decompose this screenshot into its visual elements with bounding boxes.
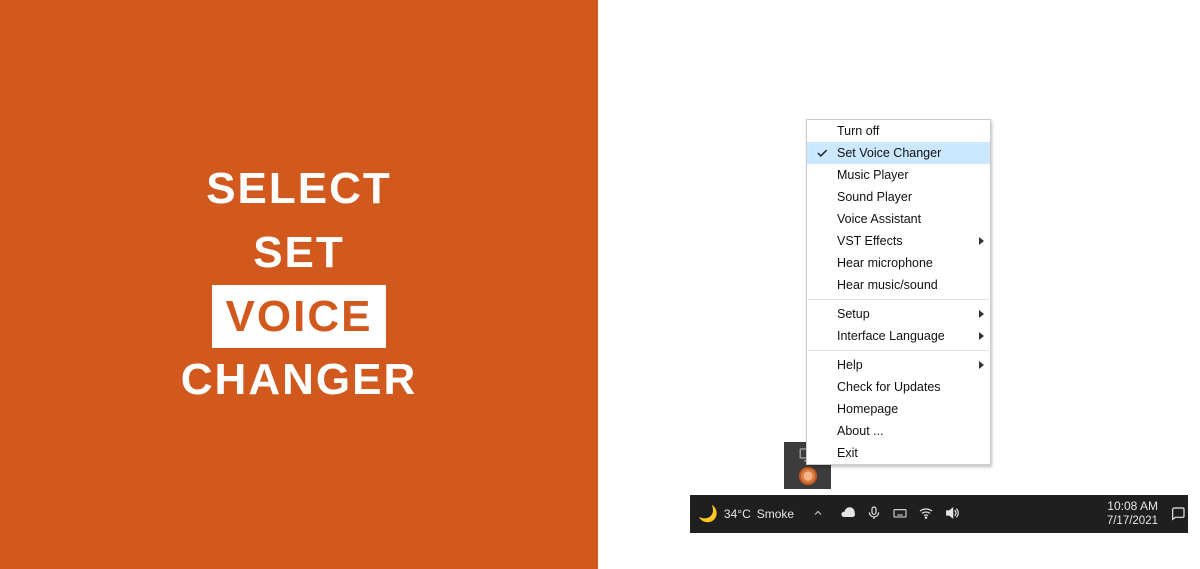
keyboard-icon[interactable] xyxy=(892,505,908,524)
hero-line-3: VOICE xyxy=(212,285,387,349)
menu-item-label: Hear microphone xyxy=(837,256,933,270)
menu-item-label: Setup xyxy=(837,307,870,321)
clock-time: 10:08 AM xyxy=(1107,499,1158,514)
menu-item-label: Set Voice Changer xyxy=(837,146,941,160)
menu-item-label: Sound Player xyxy=(837,190,912,204)
hero-panel: SELECT SET VOICE CHANGER xyxy=(0,0,598,569)
menu-item-hear-music-sound[interactable]: Hear music/sound xyxy=(807,274,990,296)
menu-item-interface-language[interactable]: Interface Language xyxy=(807,325,990,347)
hero-line-1: SELECT xyxy=(181,157,417,221)
menu-item-sound-player[interactable]: Sound Player xyxy=(807,186,990,208)
menu-item-label: Hear music/sound xyxy=(837,278,938,292)
clock-date: 7/17/2021 xyxy=(1107,514,1158,529)
menu-item-label: Check for Updates xyxy=(837,380,941,394)
chevron-right-icon xyxy=(979,332,984,340)
menu-item-music-player[interactable]: Music Player xyxy=(807,164,990,186)
taskbar-weather[interactable]: 🌙 34°C Smoke xyxy=(690,495,804,533)
cloud-icon[interactable] xyxy=(840,505,856,524)
wifi-icon[interactable] xyxy=(918,505,934,524)
menu-item-check-for-updates[interactable]: Check for Updates xyxy=(807,376,990,398)
menu-item-turn-off[interactable]: Turn off xyxy=(807,120,990,142)
tray-overflow-chevron[interactable] xyxy=(804,507,832,522)
menu-separator xyxy=(808,350,989,351)
menu-item-label: Exit xyxy=(837,446,858,460)
tray-context-menu: Turn off Set Voice Changer Music Player Sou… xyxy=(806,119,991,465)
notifications-icon[interactable] xyxy=(1168,495,1188,533)
menu-item-vst-effects[interactable]: VST Effects xyxy=(807,230,990,252)
chevron-up-icon xyxy=(812,508,824,522)
menu-item-set-voice-changer[interactable]: Set Voice Changer xyxy=(807,142,990,164)
weather-condition: Smoke xyxy=(757,507,794,521)
menu-item-exit[interactable]: Exit xyxy=(807,442,990,464)
menu-item-help[interactable]: Help xyxy=(807,354,990,376)
menu-item-homepage[interactable]: Homepage xyxy=(807,398,990,420)
hero-line-4: CHANGER xyxy=(181,348,417,412)
hero-text: SELECT SET VOICE CHANGER xyxy=(181,157,417,412)
menu-item-label: Music Player xyxy=(837,168,909,182)
menu-item-label: VST Effects xyxy=(837,234,903,248)
menu-item-label: Voice Assistant xyxy=(837,212,921,226)
check-icon xyxy=(815,145,829,159)
weather-temp: 34°C xyxy=(724,507,751,521)
menu-item-voice-assistant[interactable]: Voice Assistant xyxy=(807,208,990,230)
menu-item-label: Turn off xyxy=(837,124,879,138)
system-tray-icons xyxy=(832,495,968,533)
swirl-icon xyxy=(799,467,817,485)
taskbar-clock[interactable]: 10:08 AM 7/17/2021 xyxy=(1099,497,1168,531)
menu-separator xyxy=(808,299,989,300)
microphone-icon[interactable] xyxy=(866,505,882,524)
menu-item-hear-microphone[interactable]: Hear microphone xyxy=(807,252,990,274)
volume-icon[interactable] xyxy=(944,505,960,524)
menu-item-about[interactable]: About ... xyxy=(807,420,990,442)
chevron-right-icon xyxy=(979,310,984,318)
moon-icon: 🌙 xyxy=(698,504,718,524)
menu-item-label: Interface Language xyxy=(837,329,945,343)
menu-item-label: Homepage xyxy=(837,402,898,416)
chevron-right-icon xyxy=(979,237,984,245)
chevron-right-icon xyxy=(979,361,984,369)
menu-item-label: About ... xyxy=(837,424,884,438)
hero-line-2: SET xyxy=(181,221,417,285)
taskbar: 🌙 34°C Smoke 10:08 AM 7/17/2021 xyxy=(690,495,1188,533)
menu-item-setup[interactable]: Setup xyxy=(807,303,990,325)
menu-item-label: Help xyxy=(837,358,863,372)
